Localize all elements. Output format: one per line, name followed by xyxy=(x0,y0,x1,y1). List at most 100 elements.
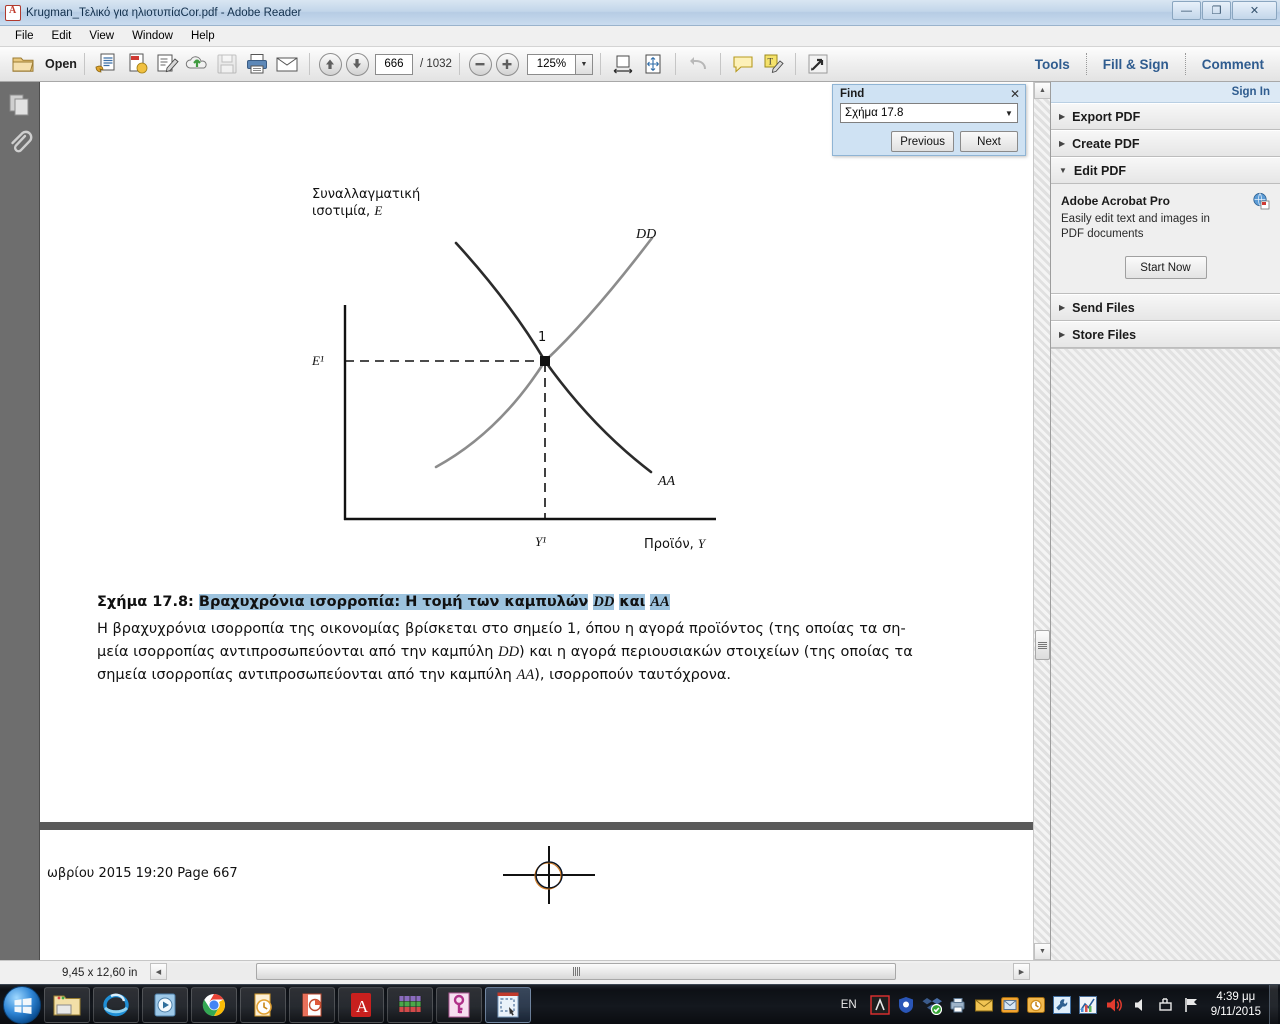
menu-item-view[interactable]: View xyxy=(80,28,123,44)
edit-pdf-panel: Adobe Acrobat Pro Easily edit text and i… xyxy=(1051,184,1280,294)
menu-item-file[interactable]: File xyxy=(6,28,43,44)
chevron-down-icon[interactable]: ▼ xyxy=(574,53,593,75)
task-pane-section-edit-pdf[interactable]: ▼ Edit PDF xyxy=(1051,157,1280,184)
mail-tray-icon[interactable] xyxy=(974,995,994,1015)
dropbox-sync-icon[interactable] xyxy=(922,995,942,1015)
task-pane-section-export-pdf[interactable]: ▶ Export PDF xyxy=(1051,103,1280,130)
restore-button[interactable]: ❐ xyxy=(1202,1,1231,20)
taskbar-item-winrar[interactable] xyxy=(387,986,433,1023)
outlook-tray-icon[interactable] xyxy=(1026,995,1046,1015)
taskbar-item-adobe-reader[interactable]: A xyxy=(338,986,384,1023)
close-icon[interactable]: ✕ xyxy=(1010,88,1020,100)
network-icon[interactable] xyxy=(1156,995,1176,1015)
chevron-down-icon: ▼ xyxy=(1059,166,1067,175)
find-next-button[interactable]: Next xyxy=(960,131,1018,152)
messenger-icon[interactable] xyxy=(1000,995,1020,1015)
scrollbar-track[interactable] xyxy=(1034,99,1051,943)
menu-item-help[interactable]: Help xyxy=(182,28,224,44)
language-indicator[interactable]: EN xyxy=(841,999,857,1011)
previous-page-button[interactable] xyxy=(318,52,342,76)
highlight-text-icon[interactable]: T xyxy=(760,51,786,77)
scrollbar-grip xyxy=(572,967,580,976)
create-pdf-icon[interactable] xyxy=(124,51,150,77)
task-pane-section-store-files[interactable]: ▶ Store Files xyxy=(1051,321,1280,348)
clock-time: 4:39 μμ xyxy=(1216,990,1256,1003)
navigation-pane xyxy=(0,82,40,960)
email-icon[interactable] xyxy=(274,51,300,77)
volume-speaker-icon[interactable] xyxy=(1104,995,1124,1015)
product-name: Adobe Acrobat Pro xyxy=(1061,194,1170,208)
scroll-up-button[interactable]: ▲ xyxy=(1034,82,1051,99)
fit-page-icon[interactable] xyxy=(640,51,666,77)
chart-series-label-aa: AA xyxy=(658,474,676,489)
document-viewport[interactable]: Συναλλαγματική ισοτιμία, E Προϊόν, Y 1 E… xyxy=(40,82,1050,960)
sound-level-icon[interactable] xyxy=(1130,995,1150,1015)
taskbar-item-microsoft-outlook[interactable] xyxy=(240,986,286,1023)
tools-button[interactable]: Tools xyxy=(1019,57,1086,72)
windows-start-orb-icon[interactable] xyxy=(3,985,41,1024)
scrollbar-thumb[interactable] xyxy=(256,963,896,980)
graph-tray-icon[interactable] xyxy=(1078,995,1098,1015)
settings-wrench-icon[interactable] xyxy=(1052,995,1072,1015)
zoom-in-button[interactable] xyxy=(495,52,519,76)
edit-pdf-icon[interactable] xyxy=(154,51,180,77)
antivirus-shield-icon[interactable] xyxy=(896,995,916,1015)
taskbar-item-internet-explorer[interactable] xyxy=(93,986,139,1023)
taskbar-item-microsoft-powerpoint[interactable] xyxy=(289,986,335,1023)
comment-button[interactable]: Comment xyxy=(1186,57,1280,72)
action-center-flag-icon[interactable] xyxy=(1182,995,1202,1015)
task-pane-section-send-files[interactable]: ▶ Send Files xyxy=(1051,294,1280,321)
minimize-button[interactable]: — xyxy=(1172,1,1201,20)
window-controls: — ❐ ✕ xyxy=(1172,1,1277,20)
vertical-scrollbar[interactable]: ▲ ▼ xyxy=(1033,82,1051,960)
menu-item-window[interactable]: Window xyxy=(123,28,182,44)
network-printer-icon[interactable] xyxy=(948,995,968,1015)
taskbar-item-snipping-tool[interactable] xyxy=(485,986,531,1023)
show-desktop-button[interactable] xyxy=(1269,984,1278,1024)
find-previous-button[interactable]: Previous xyxy=(891,131,954,152)
taskbar-item-google-chrome[interactable] xyxy=(191,986,237,1023)
task-pane-section-create-pdf[interactable]: ▶ Create PDF xyxy=(1051,130,1280,157)
chevron-down-icon[interactable]: ▼ xyxy=(1001,109,1017,118)
page-number-input[interactable]: 666 xyxy=(374,53,413,75)
taskbar-clock[interactable]: 4:39 μμ 9/11/2015 xyxy=(1211,990,1261,1020)
windows-taskbar: A EN 4:39 μμ 9/11/2015 xyxy=(0,984,1280,1024)
keygen-app-icon xyxy=(446,991,472,1019)
sticky-note-icon[interactable] xyxy=(730,51,756,77)
window-title-bar[interactable]: Krugman_Τελικό για ηλιοτυπίαCor.pdf - Ad… xyxy=(0,0,1280,26)
fit-width-icon[interactable] xyxy=(610,51,636,77)
sign-in-link[interactable]: Sign In xyxy=(1232,86,1270,98)
taskbar-item-windows-media-player[interactable] xyxy=(142,986,188,1023)
adobe-tray-icon[interactable] xyxy=(869,994,890,1015)
window-title: Krugman_Τελικό για ηλιοτυπίαCor.pdf - Ad… xyxy=(26,6,302,19)
cloud-upload-icon[interactable] xyxy=(184,51,210,77)
open-button[interactable]: Open xyxy=(0,51,77,77)
page-thumbnails-icon[interactable] xyxy=(5,90,35,120)
read-mode-icon[interactable] xyxy=(805,51,831,77)
svg-text:A: A xyxy=(356,997,369,1016)
taskbar-item-file-explorer[interactable] xyxy=(44,986,90,1023)
print-icon[interactable] xyxy=(244,51,270,77)
zoom-level-input[interactable]: 125% xyxy=(526,53,575,75)
menu-item-edit[interactable]: Edit xyxy=(43,28,81,44)
find-dialog[interactable]: Find ✕ Σχήμα 17.8 ▼ Previous Next xyxy=(832,84,1026,156)
zoom-out-button[interactable] xyxy=(468,52,492,76)
start-now-button[interactable]: Start Now xyxy=(1124,256,1207,279)
scroll-left-button[interactable]: ◀ xyxy=(150,963,167,980)
snipping-tool-icon xyxy=(495,991,521,1019)
save-as-pdf-icon[interactable] xyxy=(94,51,120,77)
close-button[interactable]: ✕ xyxy=(1232,1,1277,20)
horizontal-scrollbar[interactable]: ◀ ▶ xyxy=(150,962,1030,981)
scroll-right-button[interactable]: ▶ xyxy=(1013,963,1030,980)
scrollbar-track[interactable] xyxy=(167,963,1013,980)
file-explorer-icon xyxy=(52,991,82,1019)
find-search-combobox[interactable]: Σχήμα 17.8 ▼ xyxy=(840,103,1018,123)
toolbar-divider xyxy=(308,53,310,75)
next-page-button[interactable] xyxy=(345,52,369,76)
scroll-down-button[interactable]: ▼ xyxy=(1034,943,1051,960)
taskbar-item-keygen-app[interactable] xyxy=(436,986,482,1023)
attachments-icon[interactable] xyxy=(5,128,35,158)
find-search-input[interactable]: Σχήμα 17.8 xyxy=(841,107,1001,119)
scrollbar-thumb[interactable] xyxy=(1035,630,1050,660)
fill-and-sign-button[interactable]: Fill & Sign xyxy=(1087,57,1185,72)
